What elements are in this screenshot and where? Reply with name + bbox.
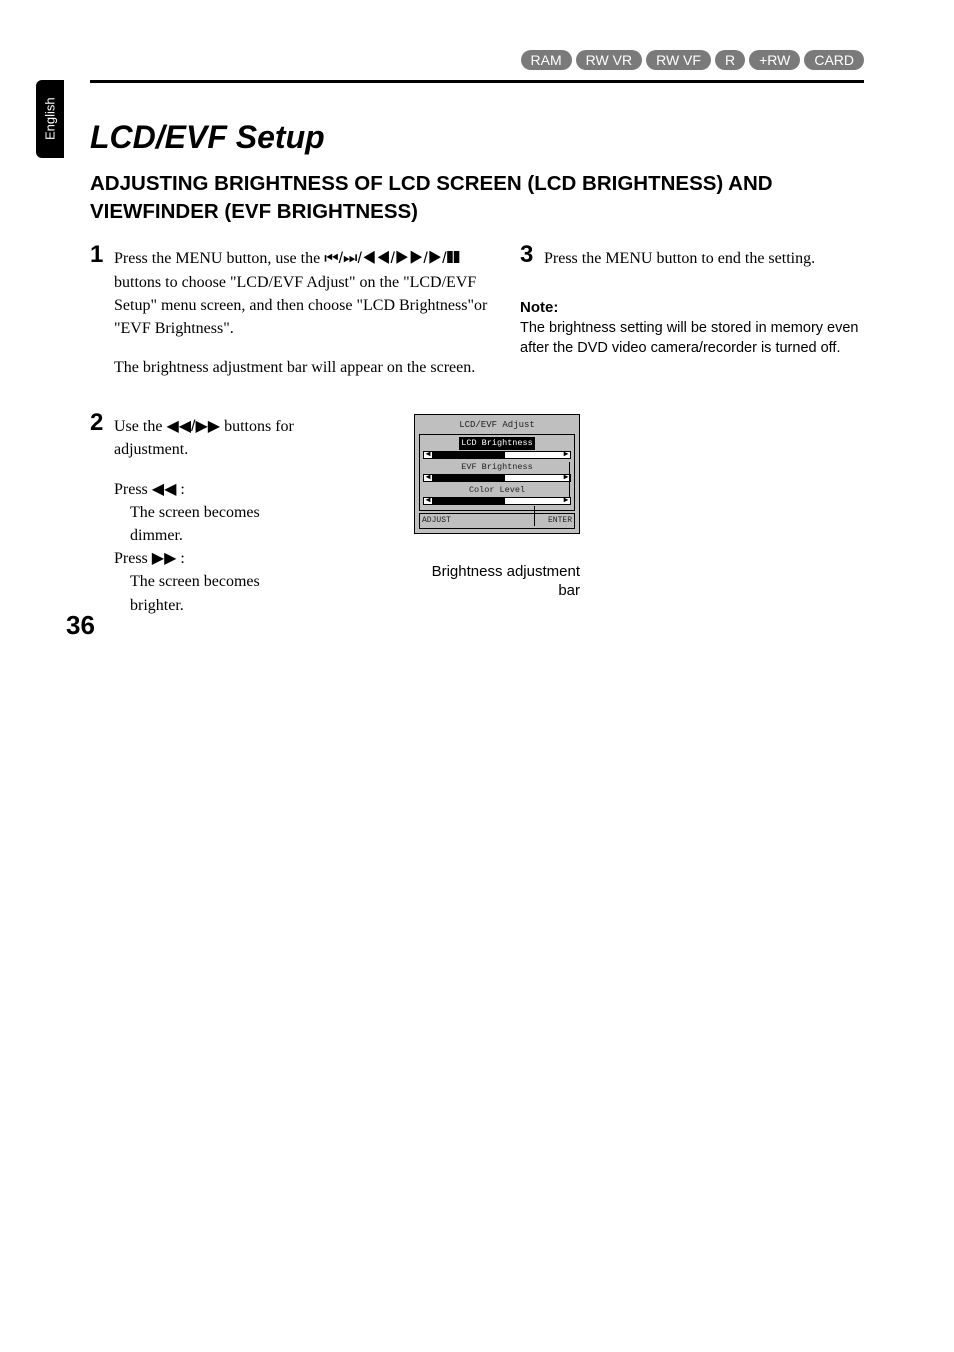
media-pill: RW VR — [576, 50, 642, 70]
right-arrow-icon: ▶ — [562, 451, 570, 459]
step-2: 2 Use the ◀◀/▶▶ buttons for adjustment. … — [90, 411, 488, 617]
osd-screen: LCD/EVF Adjust LCD Brightness ◀ ▶ — [414, 414, 580, 534]
press-right-label: Press ▶▶ : — [114, 547, 294, 570]
osd-figure: LCD/EVF Adjust LCD Brightness ◀ ▶ — [414, 414, 580, 601]
left-arrow-icon: ◀ — [424, 474, 432, 482]
note-body: The brightness setting will be stored in… — [520, 318, 864, 359]
divider — [90, 80, 864, 83]
step-1-note: The brightness adjustment bar will appea… — [114, 356, 488, 379]
step-3: 3 Press the MENU button to end the setti… — [520, 243, 864, 270]
callout-line — [534, 506, 535, 526]
left-right-icon: ◀◀/▶▶ — [166, 418, 220, 435]
press-right-effect: The screen becomes brighter. — [114, 570, 294, 616]
language-tab: English — [36, 80, 64, 158]
media-pill-row: RAM RW VR RW VF R +RW CARD — [521, 50, 864, 70]
nav-buttons-icon: ⏮/⏭/◀◀/▶▶/▶/❚❚ — [324, 250, 460, 267]
step-2-intro: Use the ◀◀/▶▶ buttons for adjustment. — [114, 415, 294, 461]
osd-slider: ◀ ▶ — [423, 451, 571, 459]
page-title: LCD/EVF Setup — [90, 119, 864, 156]
press-left-label: Press ◀◀ : — [114, 478, 294, 501]
osd-row-evf: EVF Brightness — [423, 461, 571, 473]
media-pill: RAM — [521, 50, 572, 70]
osd-title: LCD/EVF Adjust — [419, 419, 575, 432]
left-arrow-icon: ◀ — [424, 497, 432, 505]
step-1-text: Press the MENU button, use the ⏮/⏭/◀◀/▶▶… — [114, 247, 488, 340]
media-pill: RW VF — [646, 50, 711, 70]
page-number: 36 — [66, 610, 95, 641]
osd-slider: ◀ ▶ — [423, 474, 571, 482]
step-number: 2 — [90, 411, 108, 617]
press-left-effect: The screen becomes dimmer. — [114, 501, 294, 547]
step-3-text: Press the MENU button to end the setting… — [544, 250, 815, 267]
media-pill: R — [715, 50, 745, 70]
note-heading: Note: — [520, 299, 864, 316]
osd-row-lcd: LCD Brightness — [459, 437, 534, 449]
right-arrow-icon: ▶ — [562, 497, 570, 505]
step-number: 1 — [90, 243, 108, 395]
media-pill: CARD — [804, 50, 864, 70]
step-number: 3 — [520, 243, 538, 270]
osd-hint-bar: ADJUST ENTER — [419, 513, 575, 529]
section-heading: ADJUSTING BRIGHTNESS OF LCD SCREEN (LCD … — [90, 170, 864, 225]
osd-slider: ◀ ▶ — [423, 497, 571, 505]
callout-line — [569, 462, 570, 498]
osd-caption: Brightness adjustment bar — [414, 562, 580, 601]
step-1: 1 Press the MENU button, use the ⏮/⏭/◀◀/… — [90, 243, 488, 395]
left-arrow-icon: ◀ — [424, 451, 432, 459]
osd-row-color: Color Level — [423, 484, 571, 496]
media-pill: +RW — [749, 50, 800, 70]
